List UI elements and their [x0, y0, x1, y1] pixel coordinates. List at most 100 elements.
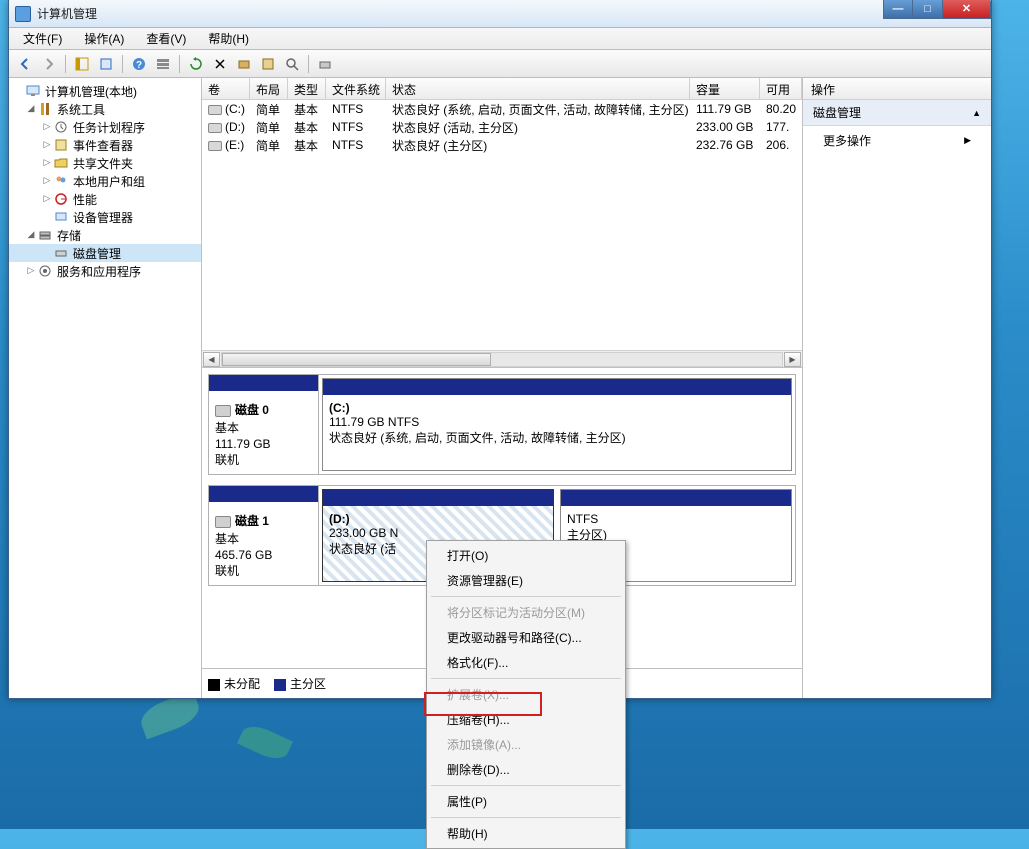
ctx-explorer[interactable]: 资源管理器(E) — [429, 568, 623, 593]
event-icon — [53, 137, 69, 153]
disk-icon — [215, 405, 231, 417]
ctx-properties[interactable]: 属性(P) — [429, 789, 623, 814]
view-list-button[interactable] — [153, 54, 173, 74]
tree-label: 本地用户和组 — [73, 173, 145, 190]
search-icon[interactable] — [282, 54, 302, 74]
col-status[interactable]: 状态 — [386, 78, 690, 99]
ctx-separator — [431, 678, 621, 679]
minimize-button[interactable]: — — [883, 0, 913, 19]
titlebar[interactable]: 计算机管理 — □ ✕ — [9, 0, 991, 28]
ctx-change-letter[interactable]: 更改驱动器号和路径(C)... — [429, 625, 623, 650]
tree-device-manager[interactable]: 设备管理器 — [9, 208, 201, 226]
scroll-track[interactable] — [221, 352, 783, 367]
app-icon — [15, 6, 31, 22]
toolbar-separator — [65, 55, 66, 73]
tree-disk-management[interactable]: 磁盘管理 — [9, 244, 201, 262]
col-free[interactable]: 可用 — [760, 78, 802, 99]
scroll-thumb[interactable] — [222, 353, 491, 366]
menu-action[interactable]: 操作(A) — [78, 28, 130, 49]
rescan-icon[interactable] — [234, 54, 254, 74]
toolbar-separator — [308, 55, 309, 73]
scroll-left-button[interactable]: ◀ — [203, 352, 220, 367]
menu-help[interactable]: 帮助(H) — [202, 28, 255, 49]
menu-file[interactable]: 文件(F) — [17, 28, 68, 49]
disk-info: 磁盘 0基本111.79 GB联机 — [209, 375, 319, 474]
actions-more[interactable]: 更多操作 ▶ — [803, 126, 991, 155]
disk-row[interactable]: 磁盘 0基本111.79 GB联机(C:)111.79 GB NTFS状态良好 … — [208, 374, 796, 475]
tree-system-tools[interactable]: ◢ 系统工具 — [9, 100, 201, 118]
actions-section-label: 磁盘管理 — [813, 104, 861, 121]
ctx-format[interactable]: 格式化(F)... — [429, 650, 623, 675]
tree-shared-folders[interactable]: ▷ 共享文件夹 — [9, 154, 201, 172]
actions-section[interactable]: 磁盘管理 ▲ — [803, 100, 991, 126]
desktop-decor — [140, 700, 360, 820]
forward-button[interactable] — [39, 54, 59, 74]
h-scrollbar[interactable]: ◀ ▶ — [202, 350, 802, 367]
toolbar: ? — [9, 50, 991, 78]
disk-info: 磁盘 1基本465.76 GB联机 — [209, 486, 319, 585]
collapse-icon[interactable]: ◢ — [25, 104, 37, 114]
tree-label: 磁盘管理 — [73, 245, 121, 262]
properties-button[interactable] — [96, 54, 116, 74]
tree-root[interactable]: 计算机管理(本地) — [9, 82, 201, 100]
expand-icon[interactable]: ▷ — [25, 266, 37, 276]
device-icon — [53, 209, 69, 225]
tree-label: 设备管理器 — [73, 209, 133, 226]
expand-icon[interactable]: ▷ — [41, 122, 53, 132]
scroll-right-button[interactable]: ▶ — [784, 352, 801, 367]
maximize-button[interactable]: □ — [913, 0, 943, 19]
tree-label: 性能 — [73, 191, 97, 208]
tree-label: 事件查看器 — [73, 137, 133, 154]
col-fs[interactable]: 文件系统 — [326, 78, 386, 99]
col-capacity[interactable]: 容量 — [690, 78, 760, 99]
tree-label: 任务计划程序 — [73, 119, 145, 136]
collapse-icon[interactable]: ◢ — [25, 230, 37, 240]
settings-icon[interactable] — [315, 54, 335, 74]
ctx-open[interactable]: 打开(O) — [429, 543, 623, 568]
ctx-extend: 扩展卷(X)... — [429, 682, 623, 707]
actions-more-label: 更多操作 — [823, 132, 871, 149]
expand-icon[interactable]: ▷ — [41, 194, 53, 204]
tree-performance[interactable]: ▷ 性能 — [9, 190, 201, 208]
window-title: 计算机管理 — [37, 5, 97, 22]
action-icon-1[interactable] — [258, 54, 278, 74]
volume-table-body[interactable]: (C:)简单基本NTFS状态良好 (系统, 启动, 页面文件, 活动, 故障转储… — [202, 100, 802, 350]
tree-services[interactable]: ▷ 服务和应用程序 — [9, 262, 201, 280]
ctx-shrink[interactable]: 压缩卷(H)... — [429, 707, 623, 732]
tree-local-users[interactable]: ▷ 本地用户和组 — [9, 172, 201, 190]
tree-event-viewer[interactable]: ▷ 事件查看器 — [9, 136, 201, 154]
toolbar-separator — [179, 55, 180, 73]
drive-icon — [208, 105, 222, 115]
menu-view[interactable]: 查看(V) — [140, 28, 192, 49]
show-hide-tree-button[interactable] — [72, 54, 92, 74]
ctx-delete[interactable]: 删除卷(D)... — [429, 757, 623, 782]
delete-icon[interactable] — [210, 54, 230, 74]
table-row[interactable]: (E:)简单基本NTFS状态良好 (主分区)232.76 GB206. — [202, 136, 802, 154]
volume-block[interactable]: (C:)111.79 GB NTFS状态良好 (系统, 启动, 页面文件, 活动… — [322, 378, 792, 471]
expand-icon[interactable]: ▷ — [41, 140, 53, 150]
ctx-help[interactable]: 帮助(H) — [429, 821, 623, 846]
close-button[interactable]: ✕ — [943, 0, 991, 19]
tree-label: 共享文件夹 — [73, 155, 133, 172]
nav-tree[interactable]: 计算机管理(本地) ◢ 系统工具 ▷ 任务计划程序 ▷ 事件查看器 ▷ 共享文件… — [9, 78, 202, 698]
expand-icon[interactable]: ▷ — [41, 158, 53, 168]
refresh-button[interactable] — [186, 54, 206, 74]
tree-task-scheduler[interactable]: ▷ 任务计划程序 — [9, 118, 201, 136]
actions-pane: 操作 磁盘管理 ▲ 更多操作 ▶ — [803, 78, 991, 698]
tree-label: 服务和应用程序 — [57, 263, 141, 280]
expand-icon[interactable]: ▷ — [41, 176, 53, 186]
services-icon — [37, 263, 53, 279]
context-menu: 打开(O) 资源管理器(E) 将分区标记为活动分区(M) 更改驱动器号和路径(C… — [426, 540, 626, 849]
ctx-mark-active: 将分区标记为活动分区(M) — [429, 600, 623, 625]
ctx-separator — [431, 596, 621, 597]
help-button[interactable]: ? — [129, 54, 149, 74]
table-row[interactable]: (D:)简单基本NTFS状态良好 (活动, 主分区)233.00 GB177. — [202, 118, 802, 136]
users-icon — [53, 173, 69, 189]
col-layout[interactable]: 布局 — [250, 78, 288, 99]
table-row[interactable]: (C:)简单基本NTFS状态良好 (系统, 启动, 页面文件, 活动, 故障转储… — [202, 100, 802, 118]
back-button[interactable] — [15, 54, 35, 74]
col-volume[interactable]: 卷 — [202, 78, 250, 99]
tree-storage[interactable]: ◢ 存储 — [9, 226, 201, 244]
tree-label: 计算机管理(本地) — [45, 83, 137, 100]
col-type[interactable]: 类型 — [288, 78, 326, 99]
